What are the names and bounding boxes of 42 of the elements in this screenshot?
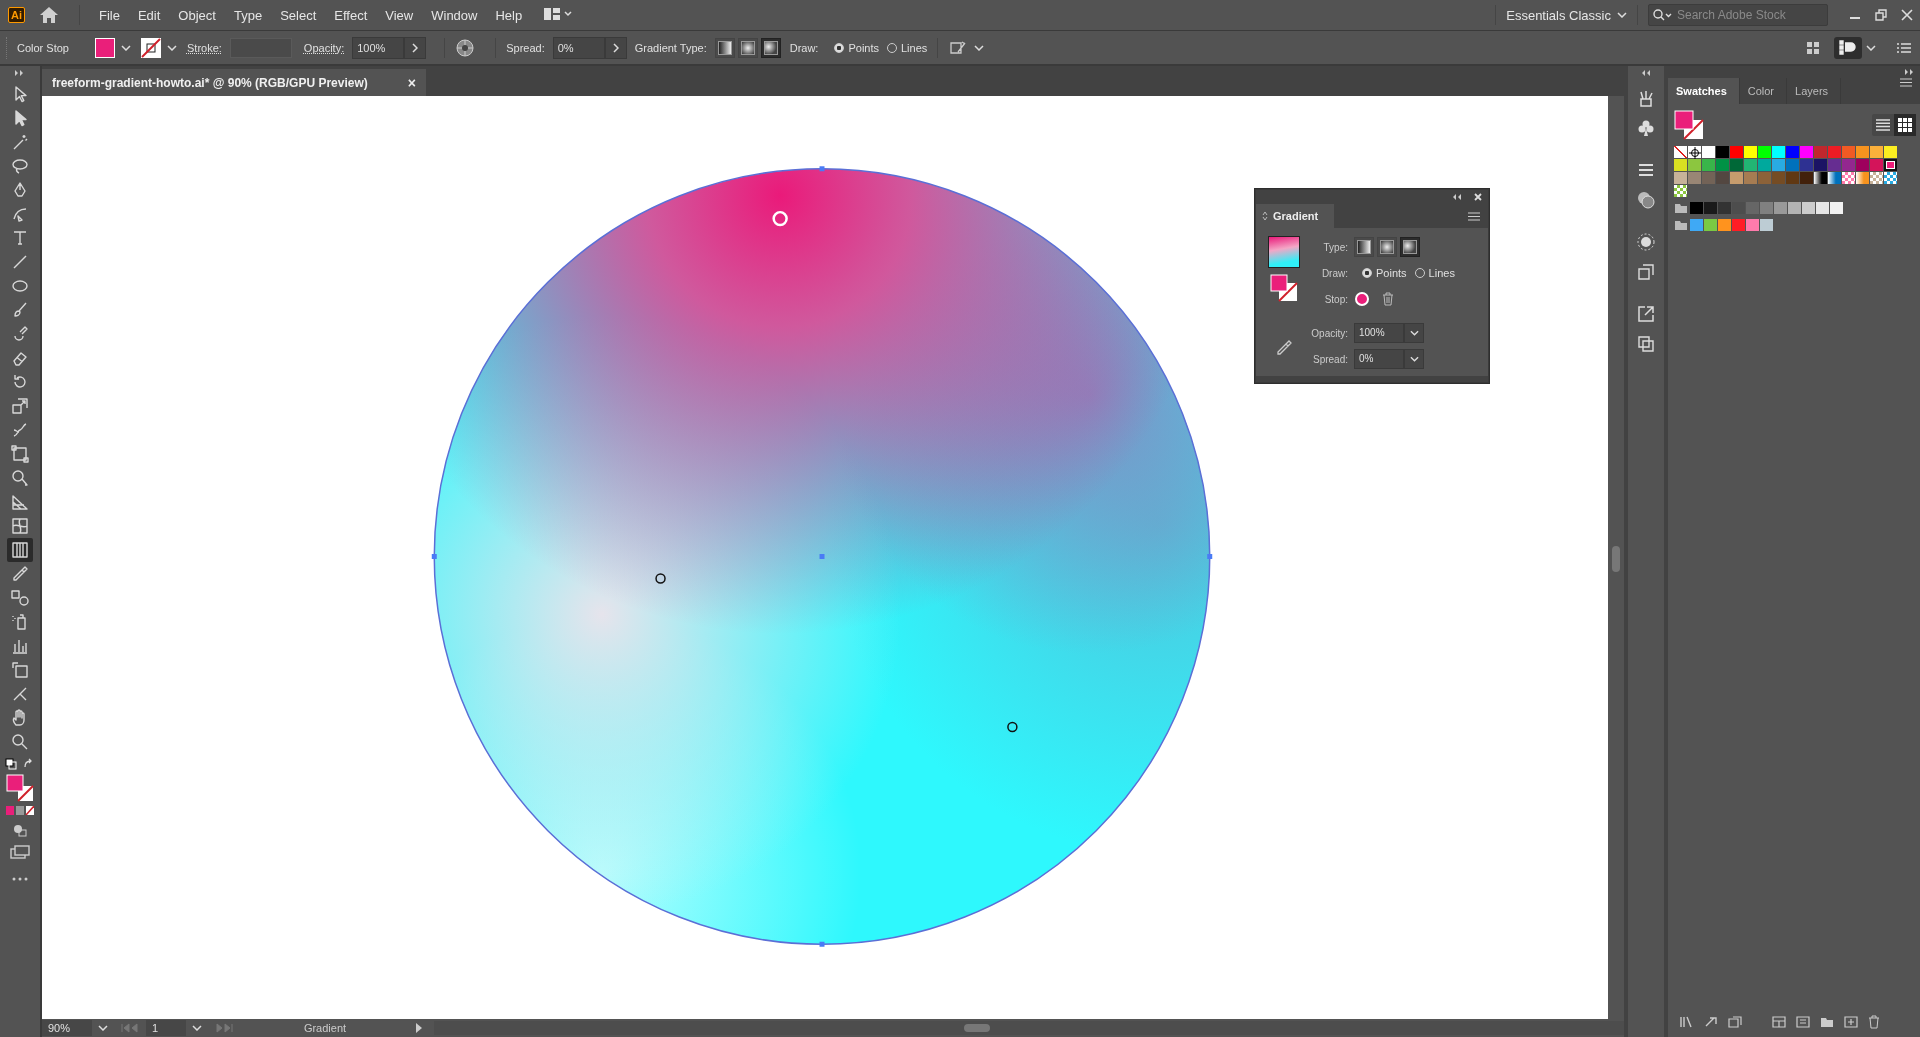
spread-field[interactable]: 0% bbox=[1354, 349, 1404, 369]
document-title: freeform-gradient-howto.ai* @ 90% (RGB/GPU Preview) bbox=[52, 75, 368, 90]
draw-radio[interactable]: Lines bbox=[887, 41, 928, 54]
panel-tab[interactable]: Layers bbox=[1787, 78, 1842, 104]
menu-item[interactable]: Effect bbox=[325, 7, 377, 23]
gradient-type-label: Gradient Type: bbox=[634, 41, 707, 54]
selection-label: Color Stop bbox=[17, 41, 69, 54]
menu-item[interactable]: Object bbox=[169, 7, 225, 23]
search-field[interactable]: Search Adobe Stock bbox=[1648, 4, 1828, 26]
opacity-field[interactable]: 100% bbox=[1354, 323, 1404, 343]
panel-tab[interactable]: Gradient bbox=[1256, 204, 1335, 228]
spread-field[interactable]: 0% bbox=[552, 36, 605, 59]
menu-item[interactable]: Type bbox=[224, 7, 272, 23]
menu-item[interactable]: Edit bbox=[128, 7, 170, 23]
menu-item[interactable]: View bbox=[376, 7, 423, 23]
document-tab[interactable]: freeform-gradient-howto.ai* @ 90% (RGB/GPU Preview) × bbox=[42, 69, 426, 96]
app-logo: Ai bbox=[8, 7, 25, 23]
menu-item[interactable]: Select bbox=[271, 7, 326, 23]
stop-label: Stop: bbox=[1323, 293, 1348, 305]
opacity-field[interactable]: 100% bbox=[352, 36, 405, 59]
artboard-number-field[interactable]: 1 bbox=[146, 1020, 186, 1036]
opacity-label: Opacity: bbox=[1310, 327, 1348, 339]
draw-radio[interactable]: Points bbox=[834, 41, 879, 54]
draw-label: Draw: bbox=[1320, 267, 1348, 279]
draw-radio[interactable]: Points bbox=[1362, 267, 1407, 279]
current-tool-label: Gradient bbox=[302, 1022, 348, 1034]
close-tab-button[interactable]: × bbox=[407, 74, 416, 91]
zoom-field[interactable]: 90% bbox=[42, 1020, 92, 1036]
draw-radio[interactable]: Lines bbox=[1414, 267, 1455, 279]
panel-title: Gradient bbox=[1273, 210, 1319, 222]
menu-item[interactable]: Help bbox=[486, 7, 532, 23]
spread-label: Spread: bbox=[506, 41, 545, 54]
panel-tab[interactable]: Swatches bbox=[1668, 78, 1740, 104]
panel-tab[interactable]: Color bbox=[1739, 78, 1788, 104]
menu-item[interactable]: File bbox=[90, 7, 129, 23]
type-label: Type: bbox=[1322, 241, 1348, 253]
stroke-label[interactable]: Stroke: bbox=[187, 41, 222, 54]
workspace-switcher[interactable]: Essentials Classic bbox=[1506, 7, 1611, 23]
spread-label: Spread: bbox=[1311, 353, 1348, 365]
menu-item[interactable]: Window bbox=[422, 7, 487, 23]
opacity-label[interactable]: Opacity: bbox=[303, 41, 345, 54]
draw-label: Draw: bbox=[789, 41, 819, 54]
